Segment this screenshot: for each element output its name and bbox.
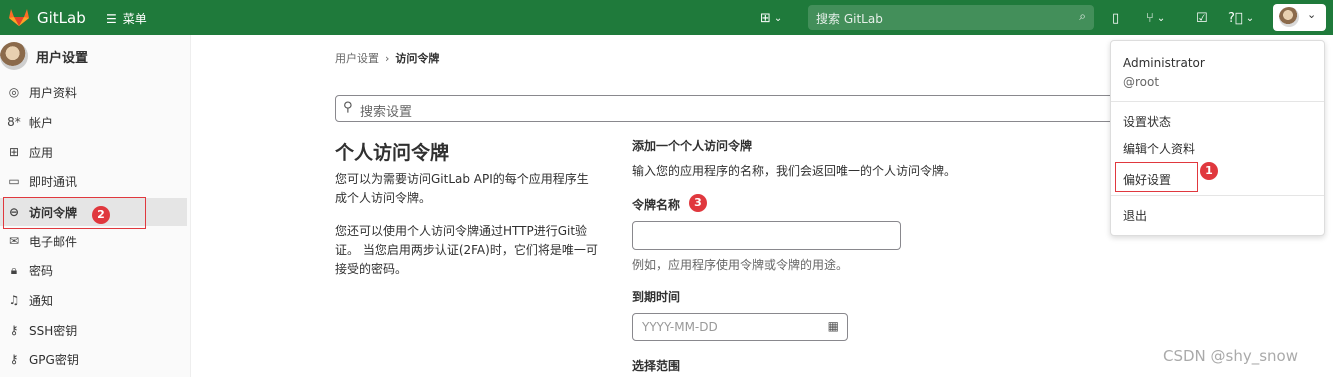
annotation-badge: 2 [92, 206, 110, 224]
annotation-highlight-box [1115, 162, 1198, 192]
sidebar-item-notifications[interactable]: ♫ 通知 [0, 286, 187, 314]
chevron-down-icon: ⌄ [1307, 8, 1317, 21]
scopes-label: 选择范围 [632, 359, 681, 373]
chat-icon: ▭ [8, 174, 20, 188]
chevron-down-icon: ⌄ [773, 12, 783, 24]
help-icon: ?⃝ [1228, 10, 1243, 26]
description-paragraph-2fa: 您还可以使用个人访问令牌通过HTTP进行Git验证。 当您启用两步认证(2FA)… [335, 224, 598, 276]
sidebar-item-label: 通知 [29, 293, 54, 308]
sidebar-header[interactable]: 用户设置 [0, 41, 88, 71]
user-dropdown-menu: Administrator @root 设置状态 编辑个人资料 偏好设置 退出 [1110, 40, 1325, 236]
brand-name[interactable]: GitLab [37, 9, 86, 27]
search-icon: ⌕ [1079, 9, 1086, 23]
sidebar-item-label: 即时通讯 [29, 174, 78, 189]
form-title: 添加一个个人访问令牌 [632, 139, 753, 153]
sidebar-item-label: 应用 [29, 145, 54, 160]
sidebar-item-label: SSH密钥 [29, 323, 78, 338]
gitlab-logo[interactable] [8, 7, 30, 27]
expiry-placeholder: YYYY-MM-DD [642, 320, 718, 334]
bell-icon: ♫ [8, 293, 20, 307]
menu-button[interactable]: ☰ 菜单 [106, 10, 147, 27]
menu-item-edit-profile[interactable]: 编辑个人资料 [1123, 140, 1195, 157]
search-input[interactable]: 搜索 GitLab ⌕ [808, 5, 1094, 30]
dropdown-user-name[interactable]: Administrator [1123, 56, 1205, 70]
merge-request-icon: ⑂ [1146, 10, 1154, 26]
token-name-label: 令牌名称 [632, 198, 681, 212]
annotation-highlight-box [3, 197, 146, 229]
mail-icon: ✉ [8, 234, 20, 248]
hamburger-icon: ☰ [106, 11, 117, 26]
search-settings-input[interactable]: ⚲ 搜索设置 [335, 95, 1115, 122]
breadcrumb-parent[interactable]: 用户设置 [335, 52, 379, 65]
chevron-right-icon: › [385, 52, 390, 65]
dropdown-username[interactable]: @root [1123, 75, 1159, 89]
sidebar-item-label: GPG密钥 [29, 352, 79, 367]
sidebar-item-label: 密码 [29, 263, 54, 278]
menu-item-sign-out[interactable]: 退出 [1123, 207, 1147, 224]
plus-square-icon: ⊞ [760, 10, 771, 26]
description-paragraph: 您可以为需要访问GitLab API的每个应用程序生成个人访问令牌。 [335, 172, 589, 205]
form-subtitle: 输入您的应用程序的名称，我们会返回唯一的个人访问令牌。 [632, 164, 957, 178]
merge-requests-button[interactable]: ⑂ ⌄ [1146, 9, 1165, 27]
sidebar-item-label: 电子邮件 [29, 234, 78, 249]
lock-icon: 🔒︎ [10, 262, 18, 277]
sidebar-item-label: 帐户 [29, 115, 54, 130]
todo-button[interactable]: ▯ [1112, 9, 1119, 27]
search-placeholder: 搜索 GitLab [816, 12, 883, 26]
chevron-down-icon: ⌄ [1156, 12, 1166, 24]
sidebar-item-ssh-keys[interactable]: ⚷ SSH密钥 [0, 316, 187, 344]
sidebar-item-applications[interactable]: ⊞ 应用 [0, 138, 187, 166]
breadcrumb: 用户设置 › 访问令牌 [335, 50, 439, 66]
sidebar-item-account[interactable]: 8* 帐户 [0, 108, 187, 136]
breadcrumb-current: 访问令牌 [395, 52, 440, 65]
search-settings-placeholder: 搜索设置 [360, 105, 413, 120]
annotation-badge: 1 [1200, 162, 1218, 180]
sidebar-title: 用户设置 [36, 50, 89, 66]
menu-label: 菜单 [122, 12, 147, 26]
divider [1111, 195, 1324, 196]
page-title: 个人访问令牌 [335, 142, 450, 164]
account-icon: 8* [7, 115, 21, 129]
issues-check-icon: ☑ [1196, 10, 1208, 26]
sidebar-item-gpg-keys[interactable]: ⚷ GPG密钥 [0, 345, 187, 373]
sidebar-item-password[interactable]: 🔒︎ 密码 [0, 256, 187, 284]
sidebar-item-profile[interactable]: ◎ 用户资料 [0, 78, 187, 106]
key-icon: ⚷ [9, 323, 19, 337]
user-icon: ◎ [8, 85, 20, 99]
sidebar-item-emails[interactable]: ✉ 电子邮件 [0, 227, 187, 255]
token-name-field[interactable] [632, 221, 901, 250]
top-navbar: GitLab ☰ 菜单 ⊞ ⌄ 搜索 GitLab ⌕ ▯ ⑂ ⌄ ☑ ?⃝ ⌄… [0, 0, 1333, 35]
watermark: CSDN @shy_snow [1163, 347, 1298, 365]
token-name-hint: 例如，应用程序使用令牌或令牌的用途。 [632, 258, 849, 272]
issues-button[interactable]: ☑ [1196, 9, 1208, 27]
divider [1111, 101, 1324, 102]
sidebar-item-label: 用户资料 [29, 85, 78, 100]
avatar [1279, 7, 1299, 27]
todo-icon: ▯ [1112, 10, 1120, 26]
calendar-icon[interactable]: ▦ [828, 319, 839, 333]
sidebar-item-chat[interactable]: ▭ 即时通讯 [0, 167, 187, 195]
help-button[interactable]: ?⃝ ⌄ [1228, 9, 1254, 27]
menu-item-set-status[interactable]: 设置状态 [1123, 113, 1171, 130]
expiry-date-field[interactable]: YYYY-MM-DD ▦ [632, 313, 848, 341]
annotation-badge: 3 [689, 194, 707, 212]
user-menu-button[interactable]: ⌄ [1273, 4, 1326, 31]
new-dropdown-button[interactable]: ⊞ ⌄ [760, 9, 782, 27]
key-icon: ⚷ [9, 352, 19, 366]
expiry-label: 到期时间 [632, 290, 681, 304]
search-icon: ⚲ [343, 100, 353, 115]
apps-icon: ⊞ [8, 145, 20, 159]
avatar [0, 42, 28, 70]
chevron-down-icon: ⌄ [1245, 12, 1255, 24]
